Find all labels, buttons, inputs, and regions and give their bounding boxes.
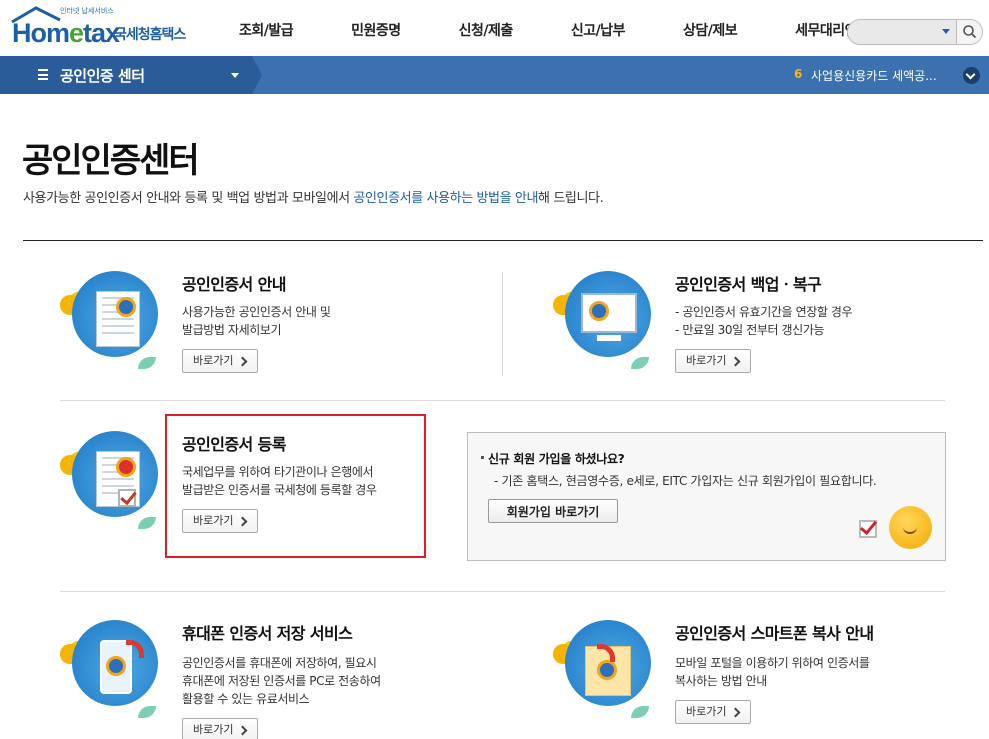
notice-number: 6: [794, 67, 803, 81]
row-divider: [60, 591, 945, 592]
logo-brand-korean: 국세청홈택스: [114, 27, 186, 43]
menu-report-pay[interactable]: 신고/납부: [542, 0, 654, 56]
logo-tagline: 인터넷 납세서비스: [60, 7, 114, 15]
section-arrow: [252, 56, 262, 94]
card-title: 공인인증서 안내: [182, 275, 286, 294]
row-divider: [60, 400, 945, 401]
menu-consult-report[interactable]: 상담/제보: [654, 0, 766, 56]
section-selector[interactable]: 공인인증 센터: [0, 56, 252, 94]
smiley-icon: [889, 506, 932, 549]
phone-storage-go-button[interactable]: 바로가기: [182, 718, 258, 739]
search-icon: [963, 25, 977, 39]
chevron-down-icon: [231, 73, 239, 78]
section-navbar: 공인인증 센터 6 사업용신용카드 세액공...: [0, 56, 989, 94]
column-divider: [502, 272, 503, 376]
card-text: 활용할 수 있는 유료서비스: [182, 692, 310, 706]
search-box: [847, 19, 983, 45]
card-text: 발급방법 자세히보기: [182, 323, 282, 337]
card-text: - 만료일 30일 전부터 갱신가능: [675, 323, 825, 337]
card-title: 공인인증서 백업ㆍ복구: [675, 275, 822, 294]
main-menu: 조회/발급 민원증명 신청/제출 신고/납부 상담/제보 세무대리인: [210, 0, 886, 56]
cert-backup-go-button[interactable]: 바로가기: [675, 349, 751, 373]
chevron-down-icon[interactable]: [942, 29, 950, 34]
card-title: 공인인증서 스마트폰 복사 안내: [675, 624, 874, 643]
page-title: 공인인증센터: [22, 141, 200, 181]
hometax-logo[interactable]: 인터넷 납세서비스 Hometax 국세청홈택스: [10, 6, 195, 48]
card-cert-backup: 공인인증서 백업ㆍ복구 - 공인인증서 유효기간을 연장할 경우 - 만료일 3…: [553, 271, 953, 401]
card-text: 휴대폰에 저장된 인증서를 PC로 전송하여: [182, 674, 381, 688]
card-text: - 공인인증서 유효기간을 연장할 경우: [675, 305, 853, 319]
card-text: 복사하는 방법 안내: [675, 674, 767, 688]
card-phone-storage: 휴대폰 인증서 저장 서비스 공인인증서를 휴대폰에 저장하여, 필요시 휴대폰…: [60, 620, 460, 739]
signup-question: 신규 회원 가입을 하셨나요?: [480, 452, 625, 466]
signup-go-button[interactable]: 회원가입 바로가기: [488, 499, 618, 523]
checkmark-icon: [859, 520, 877, 538]
smartphone-copy-go-button[interactable]: 바로가기: [675, 700, 751, 724]
highlight-frame: [165, 414, 426, 558]
page-description: 사용가능한 공인인증서 안내와 등록 및 백업 방법과 모바일에서 공인인증서를…: [23, 191, 604, 206]
phone-storage-icon: [60, 620, 170, 730]
menu-civil-certificate[interactable]: 민원증명: [322, 0, 430, 56]
search-button[interactable]: [956, 20, 982, 44]
menu-icon: [38, 69, 48, 80]
cert-register-icon: [60, 431, 170, 541]
card-text: 공인인증서를 휴대폰에 저장하여, 필요시: [182, 656, 377, 670]
menu-apply-submit[interactable]: 신청/제출: [430, 0, 542, 56]
signup-note: - 기존 홈택스, 현금영수증, e세로, EITC 가입자는 신규 회원가입이…: [494, 474, 877, 488]
top-header: 인터넷 납세서비스 Hometax 국세청홈택스 조회/발급 민원증명 신청/제…: [0, 0, 989, 56]
cert-guide-go-button[interactable]: 바로가기: [182, 349, 258, 373]
signup-notice-panel: 신규 회원 가입을 하셨나요? - 기존 홈택스, 현금영수증, e세로, EI…: [467, 432, 946, 561]
card-text: 모바일 포털을 이용하기 위하여 인증서를: [675, 656, 870, 670]
card-cert-guide: 공인인증서 안내 사용가능한 공인인증서 안내 및 발급방법 자세히보기 바로가…: [60, 271, 460, 401]
menu-inquiry-issue[interactable]: 조회/발급: [210, 0, 322, 56]
section-title: 공인인증 센터: [60, 67, 145, 85]
logo-brand: Hometax: [12, 18, 120, 48]
title-divider: [23, 240, 983, 241]
smartphone-copy-icon: [553, 620, 663, 730]
card-text: 사용가능한 공인인증서 안내 및: [182, 305, 331, 319]
cert-guide-icon: [60, 271, 170, 381]
card-smartphone-copy: 공인인증서 스마트폰 복사 안내 모바일 포털을 이용하기 위하여 인증서를 복…: [553, 620, 953, 739]
card-title: 휴대폰 인증서 저장 서비스: [182, 624, 353, 643]
notice-expand-button[interactable]: [963, 67, 980, 84]
cert-backup-icon: [553, 271, 663, 381]
notice-link[interactable]: 사업용신용카드 세액공...: [811, 67, 937, 84]
